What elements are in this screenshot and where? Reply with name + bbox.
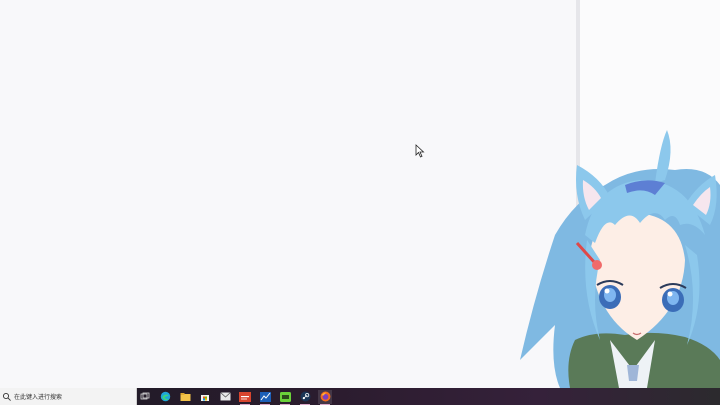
task-view-icon[interactable] xyxy=(138,390,152,404)
chart-app-icon[interactable] xyxy=(258,390,272,405)
blank-window-content xyxy=(0,0,576,388)
file-explorer-icon[interactable] xyxy=(178,390,192,404)
taskbar-pinned-apps xyxy=(138,388,332,405)
taskbar-search-box[interactable]: 在此键入进行搜索 xyxy=(0,388,137,405)
vtuber-avatar xyxy=(520,130,720,388)
firefox-icon[interactable] xyxy=(318,389,332,405)
mouse-cursor-icon xyxy=(415,144,425,158)
green-app-icon[interactable] xyxy=(278,390,292,405)
store-icon[interactable] xyxy=(198,390,212,404)
search-placeholder: 在此键入进行搜索 xyxy=(14,394,63,401)
steam-icon[interactable] xyxy=(298,390,312,405)
search-icon xyxy=(2,392,11,401)
edge-browser-icon[interactable] xyxy=(158,390,172,404)
mail-icon[interactable] xyxy=(218,390,232,404)
news-app-icon[interactable] xyxy=(238,390,252,405)
taskbar: 在此键入进行搜索 xyxy=(0,388,720,405)
